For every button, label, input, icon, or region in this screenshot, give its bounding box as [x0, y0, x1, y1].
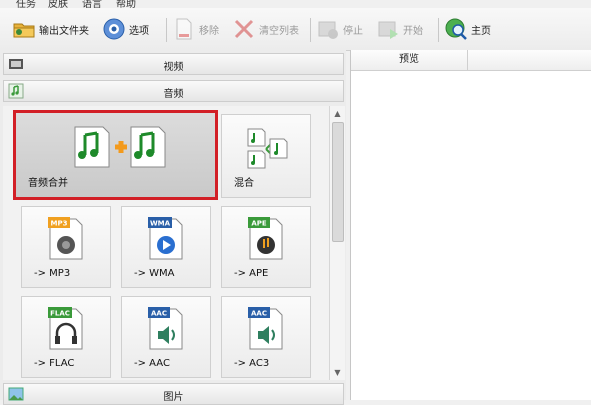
- category-video[interactable]: 视频: [3, 53, 344, 75]
- category-image-label: 图片: [163, 392, 184, 403]
- scroll-thumb[interactable]: [332, 122, 344, 242]
- tile-audio-mix[interactable]: 混合: [221, 114, 311, 198]
- stop-button[interactable]: 停止: [316, 14, 363, 44]
- tile-to-wma[interactable]: WMA -> WMA: [121, 206, 211, 288]
- audio-task-grid: 音频合并 混合 MP3 -> MP3 WMA -> WMA APE -> APE…: [3, 106, 329, 380]
- remove-doc-icon: [176, 18, 192, 40]
- tile-scrollbar[interactable]: ▲ ▼: [329, 106, 345, 380]
- start-label: 开始: [403, 25, 423, 37]
- category-video-label: 视频: [163, 62, 184, 73]
- output-folder-label: 输出文件夹: [39, 25, 89, 37]
- tile-label: 混合: [234, 178, 254, 189]
- toolbar-separator: [310, 18, 311, 42]
- aac-speaker-icon: AAC: [148, 307, 183, 350]
- ac3-speaker-icon: AAC: [248, 307, 283, 350]
- tile-to-ac3[interactable]: AAC -> AC3: [221, 296, 311, 378]
- mp3-badge-text: MP3: [51, 220, 68, 228]
- clear-list-label: 清空列表: [259, 25, 299, 37]
- output-folder-button[interactable]: 输出文件夹: [12, 14, 89, 44]
- mp3-speaker-icon: MP3: [48, 217, 83, 260]
- menu-bar: 任务 皮肤 语言 帮助: [0, 0, 591, 8]
- toolbar-separator: [438, 18, 439, 42]
- tile-label: -> AC3: [234, 358, 270, 369]
- options-label: 选项: [129, 25, 149, 37]
- clear-x-icon: [234, 19, 254, 39]
- ac3-badge-text: AAC: [251, 310, 267, 318]
- audio-join-icon: [74, 126, 166, 168]
- preview-pane: 预览: [350, 50, 591, 400]
- preview-column-header[interactable]: 预览: [351, 50, 468, 70]
- tile-label: -> APE: [234, 268, 269, 279]
- start-button[interactable]: 开始: [376, 14, 423, 44]
- tile-to-aac[interactable]: AAC -> AAC: [121, 296, 211, 378]
- aac-badge-text: AAC: [151, 310, 167, 318]
- tile-label: -> FLAC: [34, 358, 75, 369]
- flac-badge-text: FLAC: [50, 310, 70, 318]
- category-audio[interactable]: 音频: [3, 80, 344, 102]
- tile-to-ape[interactable]: APE -> APE: [221, 206, 311, 288]
- category-audio-label: 音频: [163, 89, 184, 100]
- category-image[interactable]: 图片: [3, 383, 344, 405]
- tile-label: -> WMA: [134, 268, 175, 279]
- menu-item-help[interactable]: 帮助: [116, 0, 136, 8]
- ape-badge-text: APE: [251, 220, 267, 228]
- folder-icon: [13, 23, 35, 38]
- home-label: 主页: [471, 25, 491, 37]
- ape-music-icon: APE: [248, 217, 283, 260]
- toolbar: 输出文件夹 选项 移除 清空列表 停止 开始 主页: [0, 8, 591, 51]
- wma-badge-text: WMA: [150, 220, 171, 228]
- options-button[interactable]: 选项: [102, 14, 149, 44]
- home-button[interactable]: 主页: [444, 14, 491, 44]
- globe-search-icon: [445, 18, 467, 40]
- tile-label: 音频合并: [28, 178, 68, 189]
- tile-audio-join[interactable]: 音频合并: [13, 110, 218, 200]
- remove-label: 移除: [199, 25, 219, 37]
- audio-mix-icon: [247, 128, 288, 169]
- flac-headphones-icon: FLAC: [48, 307, 83, 350]
- wma-play-icon: WMA: [148, 217, 183, 260]
- tile-to-mp3[interactable]: MP3 -> MP3: [21, 206, 111, 288]
- menu-item-language[interactable]: 语言: [82, 0, 102, 8]
- scroll-down-icon[interactable]: ▼: [331, 366, 344, 379]
- scroll-up-icon[interactable]: ▲: [331, 107, 344, 120]
- tile-label: -> MP3: [34, 268, 71, 279]
- toolbar-separator: [166, 18, 167, 42]
- menu-item-skin[interactable]: 皮肤: [48, 0, 68, 8]
- start-icon: [378, 21, 398, 39]
- tile-to-flac[interactable]: FLAC -> FLAC: [21, 296, 111, 378]
- gear-icon: [103, 18, 125, 40]
- empty-column-header: [468, 50, 591, 70]
- stop-label: 停止: [343, 25, 363, 37]
- menu-item-task[interactable]: 任务: [16, 0, 36, 8]
- stop-icon: [318, 21, 338, 39]
- tile-label: -> AAC: [134, 358, 170, 369]
- preview-header: 预览: [351, 50, 591, 71]
- clear-list-button[interactable]: 清空列表: [232, 14, 299, 44]
- remove-button[interactable]: 移除: [172, 14, 219, 44]
